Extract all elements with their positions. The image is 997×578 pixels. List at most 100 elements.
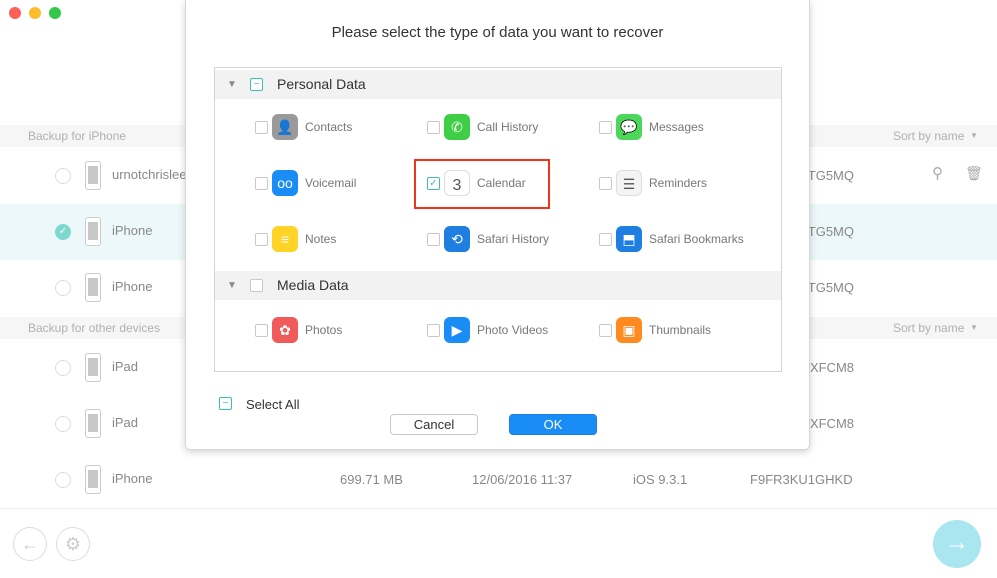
item-checkbox[interactable] [255, 324, 268, 337]
item-checkbox[interactable] [255, 121, 268, 134]
data-type-reminders[interactable]: ☰ Reminders [599, 170, 769, 198]
data-type-safari-history[interactable]: ⟲ Safari History [427, 226, 597, 254]
data-type-box: ▼ − Personal Data 👤 Contacts ✆ Call History 💬 Me… [214, 67, 782, 372]
next-button[interactable]: → [933, 520, 981, 568]
item-checkbox[interactable] [427, 233, 440, 246]
device-icon [85, 465, 101, 494]
item-label: Contacts [305, 120, 353, 134]
reminders-icon: ☰ [616, 170, 642, 196]
device-icon [85, 217, 101, 246]
device-name: iPhone [112, 471, 153, 486]
item-label: Safari History [477, 232, 550, 246]
chevron-down-icon: ▼ [970, 131, 978, 140]
section-title: Backup for other devices [28, 321, 161, 335]
serial-number: TG5MQ [807, 168, 854, 183]
collapse-triangle-icon[interactable]: ▼ [227, 70, 237, 99]
group-label: Personal Data [277, 76, 366, 92]
select-radio[interactable] [55, 168, 71, 184]
device-icon [85, 353, 101, 382]
serial-number: F9FR3KU1GHKD [750, 472, 853, 487]
select-all-partial-icon: − [219, 397, 232, 410]
minimize-window-button[interactable] [29, 7, 41, 19]
section-title: Backup for iPhone [28, 129, 127, 143]
ok-button[interactable]: OK [509, 414, 597, 435]
device-name: iPhone [112, 223, 153, 238]
recover-type-dialog: Please select the type of data you want … [185, 0, 810, 450]
select-radio[interactable] [55, 280, 71, 296]
phone-icon: ✆ [444, 114, 470, 140]
data-type-photo-videos[interactable]: ▶ Photo Videos [427, 317, 597, 345]
data-type-notes[interactable]: ≡ Notes [255, 226, 425, 254]
device-icon [85, 273, 101, 302]
thumbnails-icon: ▣ [616, 317, 642, 343]
group-header-personal-data: ▼ − Personal Data [215, 70, 781, 99]
group-header-media-data: ▼ Media Data [215, 271, 781, 300]
safari-history-icon: ⟲ [444, 226, 470, 252]
dialog-title: Please select the type of data you want … [331, 24, 664, 41]
contacts-icon: 👤 [272, 114, 298, 140]
serial-number: TG5MQ [807, 280, 854, 295]
photo-videos-icon: ▶ [444, 317, 470, 343]
search-icon[interactable]: ⚲ [932, 164, 943, 182]
data-type-call-history[interactable]: ✆ Call History [427, 114, 597, 142]
group-checkbox[interactable]: − [250, 78, 263, 91]
maximize-window-button[interactable] [49, 7, 61, 19]
device-name: iPad [112, 415, 139, 430]
serial-number: TG5MQ [807, 224, 854, 239]
serial-number: XFCM8 [809, 360, 854, 375]
safari-bookmarks-icon: ⬒ [616, 226, 642, 252]
item-checkbox[interactable] [427, 121, 440, 134]
item-checkbox[interactable] [599, 121, 612, 134]
select-radio[interactable] [55, 472, 71, 488]
item-checkbox[interactable] [255, 233, 268, 246]
item-label: Photos [305, 323, 343, 337]
backup-date: 12/06/2016 11:37 [472, 472, 573, 487]
messages-icon: 💬 [616, 114, 642, 140]
item-checkbox[interactable] [427, 324, 440, 337]
select-radio[interactable]: ✓ [55, 224, 71, 240]
voicemail-icon: oo [272, 170, 298, 196]
device-name: urnotchrislee [112, 167, 187, 182]
group-checkbox[interactable] [250, 279, 263, 292]
select-all-label: Select All [246, 397, 300, 412]
sort-by-dropdown[interactable]: Sort by name [893, 125, 964, 147]
back-button[interactable]: ← [13, 527, 47, 561]
data-type-safari-bookmarks[interactable]: ⬒ Safari Bookmarks [599, 226, 769, 254]
device-icon [85, 409, 101, 438]
data-type-voicemail[interactable]: oo Voicemail [255, 170, 425, 198]
item-checkbox[interactable] [599, 177, 612, 190]
data-type-contacts[interactable]: 👤 Contacts [255, 114, 425, 142]
ios-version: iOS 9.3.1 [633, 472, 688, 487]
device-name: iPhone [112, 279, 153, 294]
item-label: Call History [477, 120, 539, 134]
collapse-triangle-icon[interactable]: ▼ [227, 271, 237, 300]
sort-by-dropdown[interactable]: Sort by name [893, 317, 964, 339]
item-checkbox[interactable] [255, 177, 268, 190]
select-all-checkbox[interactable]: − [219, 397, 232, 410]
item-label: Safari Bookmarks [649, 232, 744, 246]
cancel-button[interactable]: Cancel [390, 414, 478, 435]
trash-icon[interactable]: 🗑 [965, 165, 983, 182]
select-radio[interactable] [55, 360, 71, 376]
calendar-highlight-box [414, 159, 550, 209]
item-label: Messages [649, 120, 704, 134]
close-window-button[interactable] [9, 7, 21, 19]
data-type-messages[interactable]: 💬 Messages [599, 114, 769, 142]
data-type-photos[interactable]: ✿ Photos [255, 317, 425, 345]
serial-number: XFCM8 [809, 416, 854, 431]
item-label: Reminders [649, 176, 708, 190]
bottom-divider [0, 508, 997, 509]
item-label: Voicemail [305, 176, 357, 190]
group-label: Media Data [277, 277, 349, 293]
settings-button[interactable]: ⚙ [56, 527, 90, 561]
item-checkbox[interactable] [599, 233, 612, 246]
photos-icon: ✿ [272, 317, 298, 343]
item-checkbox[interactable] [599, 324, 612, 337]
select-radio[interactable] [55, 416, 71, 432]
backup-row[interactable]: iPhone 699.71 MB 12/06/2016 11:37 iOS 9.3.1… [0, 452, 997, 508]
chevron-down-icon: ▼ [970, 323, 978, 332]
data-type-thumbnails[interactable]: ▣ Thumbnails [599, 317, 769, 345]
item-label: Photo Videos [477, 323, 549, 337]
item-label: Notes [305, 232, 337, 246]
device-icon [85, 161, 101, 190]
